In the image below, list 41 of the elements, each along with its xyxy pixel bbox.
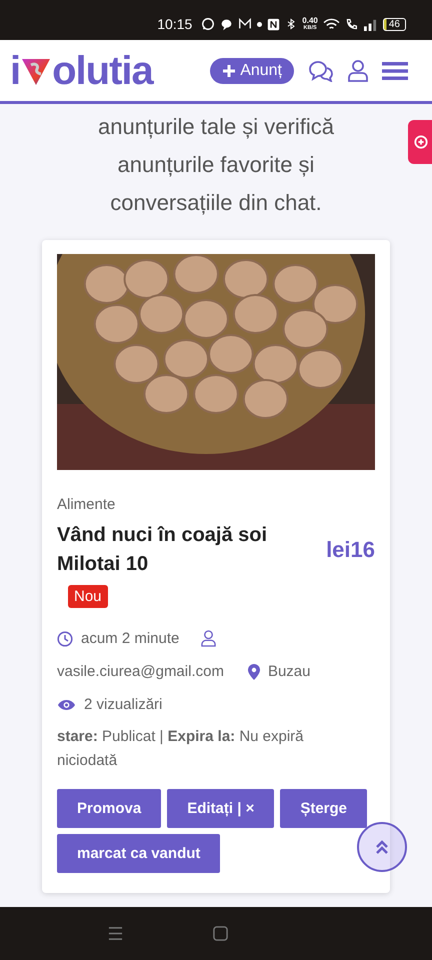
menu-icon[interactable] bbox=[382, 60, 408, 80]
views-count: 2 vizualizări bbox=[84, 696, 162, 713]
action-button[interactable]: marcat ca vandut bbox=[57, 834, 220, 873]
listing-title[interactable]: Vând nuci în coajă soi Milotai 10 bbox=[57, 521, 287, 579]
action-button[interactable]: Promova bbox=[57, 789, 162, 828]
signal-icon bbox=[362, 18, 378, 30]
status-text: stare: Publicat | Expira la: Nu expiră niciodată bbox=[57, 727, 305, 771]
posted-time: acum 2 minute bbox=[81, 630, 180, 647]
chat-icon[interactable] bbox=[308, 60, 334, 82]
category-label: Alimente bbox=[57, 496, 116, 513]
chat-bubble-icon bbox=[220, 18, 234, 30]
plus-icon bbox=[222, 64, 236, 78]
bluetooth-icon bbox=[285, 17, 298, 31]
post-ad-button[interactable]: Anunț bbox=[210, 58, 294, 84]
action-button[interactable]: Editați | × bbox=[167, 789, 274, 828]
logo-text[interactable]: olutia bbox=[52, 50, 153, 90]
dot-icon bbox=[257, 22, 262, 26]
location-text: Buzau bbox=[268, 663, 310, 680]
home-square-icon[interactable] bbox=[213, 926, 228, 941]
eye-icon bbox=[57, 698, 76, 710]
new-badge: Nou bbox=[68, 585, 108, 608]
location-pin-icon bbox=[248, 664, 260, 680]
user-icon bbox=[201, 630, 216, 647]
add-floating-button[interactable] bbox=[408, 120, 432, 164]
seller-email: vasile.ciurea@gmail.com bbox=[57, 663, 224, 680]
clock-icon bbox=[57, 630, 73, 646]
scroll-top-button[interactable] bbox=[357, 822, 407, 872]
plus-circle-icon bbox=[414, 135, 428, 149]
intro-text: anunțurile tale și verifică anunțurile favorite și conversațiile din chat. bbox=[96, 113, 335, 217]
nfc-icon bbox=[267, 18, 280, 30]
phone-icon bbox=[344, 18, 358, 30]
user-icon[interactable] bbox=[348, 60, 368, 82]
menu-lines-icon[interactable] bbox=[108, 926, 123, 941]
double-chevron-up-icon bbox=[375, 839, 389, 855]
battery-indicator: 46 bbox=[382, 18, 406, 30]
mail-icon bbox=[238, 17, 252, 31]
price-label: lei16 bbox=[326, 537, 375, 563]
logo-letter[interactable]: i bbox=[10, 50, 20, 90]
clock: 10:15 bbox=[157, 16, 192, 32]
wifi-icon bbox=[322, 18, 340, 30]
action-button[interactable]: Șterge bbox=[280, 789, 368, 828]
